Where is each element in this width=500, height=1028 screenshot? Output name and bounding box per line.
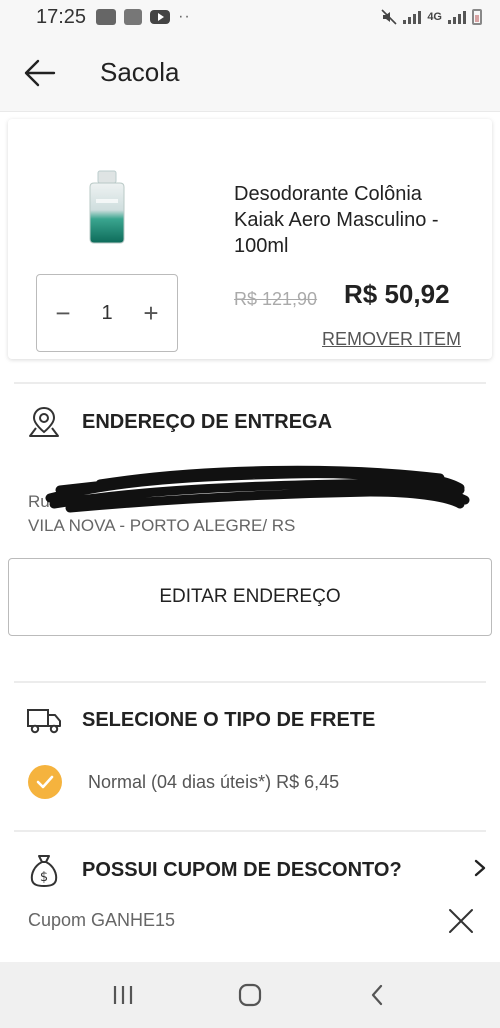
current-price: R$ 50,92	[344, 279, 450, 309]
product-image	[89, 170, 125, 244]
status-time: 17:25	[36, 5, 87, 28]
cart-page: 17:25 ·· 4G Sacola Desodorante Colônia K…	[0, 0, 500, 1028]
app-header: Sacola	[0, 34, 500, 112]
message-icon	[124, 9, 143, 25]
edit-address-button[interactable]: EDITAR ENDEREÇO	[8, 558, 492, 636]
chevron-right-icon[interactable]	[474, 857, 486, 883]
system-navigation-bar	[0, 962, 500, 1028]
map-pin-icon	[26, 404, 62, 440]
shipping-option-normal[interactable]: Normal (04 dias úteis*) R$ 6,45	[28, 765, 339, 799]
shipping-option-label: Normal (04 dias úteis*) R$ 6,45	[88, 771, 340, 792]
more-notifications-icon: ··	[178, 8, 191, 25]
truck-icon	[26, 702, 62, 738]
youtube-icon	[150, 10, 171, 24]
applied-coupon: Cupom GANHE15	[28, 910, 176, 930]
increase-quantity-button[interactable]: +	[139, 298, 163, 329]
divider	[14, 830, 486, 832]
home-icon[interactable]	[230, 975, 270, 1015]
notification-icon	[96, 9, 117, 25]
remove-item-link[interactable]: REMOVER ITEM	[322, 329, 461, 350]
signal-icon-2	[448, 10, 466, 24]
money-bag-icon: $	[26, 852, 62, 888]
delivery-section-header: ENDEREÇO DE ENTREGA	[26, 404, 486, 440]
back-button[interactable]	[0, 34, 80, 112]
recent-apps-icon[interactable]	[103, 975, 143, 1015]
status-bar: 17:25 ·· 4G	[0, 0, 500, 34]
shipping-title: SELECIONE O TIPO DE FRETE	[82, 708, 376, 731]
divider	[14, 681, 486, 683]
coupon-section-header[interactable]: $ POSSUI CUPOM DE DESCONTO?	[26, 852, 486, 888]
battery-icon	[472, 9, 482, 25]
network-type: 4G	[427, 11, 442, 23]
page-title: Sacola	[100, 57, 180, 87]
old-price: R$ 121,90	[234, 289, 318, 309]
quantity-value: 1	[101, 301, 113, 324]
delivery-title: ENDEREÇO DE ENTREGA	[82, 410, 333, 433]
divider	[14, 382, 486, 384]
svg-text:$: $	[40, 870, 48, 885]
signal-icon	[403, 10, 422, 24]
product-name: Desodorante Colônia Kaiak Aero Masculino…	[234, 183, 439, 257]
mute-icon	[381, 9, 397, 25]
remove-coupon-close-icon[interactable]	[446, 906, 476, 936]
quantity-stepper: − 1 +	[36, 274, 178, 352]
redaction-scribble	[45, 465, 470, 513]
check-icon	[28, 765, 62, 799]
coupon-title: POSSUI CUPOM DE DESCONTO?	[82, 858, 402, 881]
arrow-left-icon	[24, 59, 56, 86]
decrease-quantity-button[interactable]: −	[51, 298, 75, 329]
shipping-section-header: SELECIONE O TIPO DE FRETE	[26, 702, 486, 738]
back-nav-icon[interactable]	[357, 975, 397, 1015]
cart-item-card: Desodorante Colônia Kaiak Aero Masculino…	[8, 119, 492, 359]
